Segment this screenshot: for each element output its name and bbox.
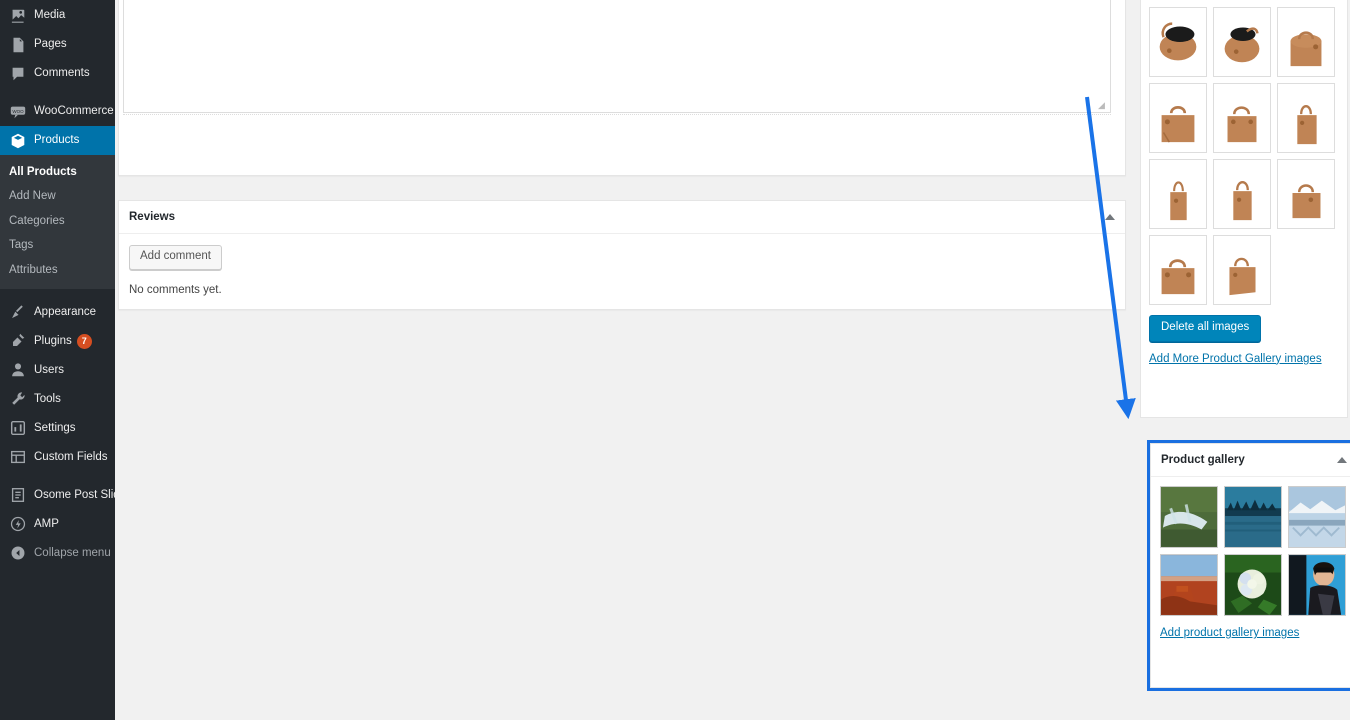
no-comments-text: No comments yet. xyxy=(129,283,222,296)
pages-icon xyxy=(9,37,27,53)
sidebar-item-label: Products xyxy=(34,133,80,146)
sidebar-item-label: Comments xyxy=(34,66,90,79)
sidebar-item-comments[interactable]: Comments xyxy=(0,59,115,88)
products-submenu: All Products Add New Categories Tags Att… xyxy=(0,155,115,289)
sidebar-item-custom-fields[interactable]: Custom Fields xyxy=(0,443,115,472)
reviews-box: Reviews Add comment No comments yet. xyxy=(118,200,1126,310)
settings-icon xyxy=(9,420,27,436)
add-product-gallery-images-link[interactable]: Add product gallery images xyxy=(1160,627,1299,639)
add-more-product-gallery-images-link[interactable]: Add More Product Gallery images xyxy=(1149,353,1322,365)
sidebar-item-osome-post-slider[interactable]: Osome Post Slider xyxy=(0,481,130,510)
product-image-thumb[interactable] xyxy=(1213,83,1271,153)
svg-text:WOO: WOO xyxy=(12,108,24,113)
product-image-thumb[interactable] xyxy=(1149,235,1207,305)
sidebar-item-label: Media xyxy=(34,8,66,21)
plugins-icon xyxy=(9,333,27,349)
gallery-thumb[interactable] xyxy=(1224,554,1282,616)
reviews-body: Add comment No comments yet. xyxy=(119,234,1125,308)
sidebar-item-label: Users xyxy=(34,363,65,376)
chevron-up-icon[interactable] xyxy=(1105,214,1115,220)
product-gallery-header: Product gallery xyxy=(1151,444,1350,477)
gallery-thumb[interactable] xyxy=(1288,486,1346,548)
submenu-item-tags[interactable]: Tags xyxy=(0,233,115,257)
submenu-item-add-new[interactable]: Add New xyxy=(0,184,115,208)
product-gallery-body: Add product gallery images xyxy=(1151,477,1350,651)
submenu-item-all-products[interactable]: All Products xyxy=(0,160,115,184)
product-image-thumb[interactable] xyxy=(1213,159,1271,229)
admin-screen: Media Pages Comments WOO WooCommerce Pro… xyxy=(0,0,1350,720)
product-description-box: ◢ xyxy=(118,0,1126,176)
gallery-thumb[interactable] xyxy=(1224,486,1282,548)
reviews-header: Reviews xyxy=(119,201,1125,234)
woocommerce-icon: WOO xyxy=(9,104,27,120)
product-image-thumb[interactable] xyxy=(1149,159,1207,229)
sidebar-item-label: AMP xyxy=(34,517,59,530)
product-image-thumb[interactable] xyxy=(1149,7,1207,77)
media-icon xyxy=(9,8,27,24)
comments-icon xyxy=(9,66,27,82)
main-content: ◢ Reviews Add comment No comments yet. D… xyxy=(115,0,1350,720)
users-icon xyxy=(9,362,27,378)
product-image-thumb[interactable] xyxy=(1277,159,1335,229)
reviews-title: Reviews xyxy=(129,211,176,223)
sidebar-item-label: Appearance xyxy=(34,305,97,318)
product-image-thumb[interactable] xyxy=(1149,83,1207,153)
plugins-update-badge: 7 xyxy=(76,333,92,349)
sidebar-item-label: WooCommerce xyxy=(34,104,114,117)
sidebar-item-label: Collapse menu xyxy=(34,546,111,559)
products-icon xyxy=(9,133,27,149)
sidebar-separator xyxy=(0,88,115,97)
admin-sidebar: Media Pages Comments WOO WooCommerce Pro… xyxy=(0,0,130,720)
product-image-thumb[interactable] xyxy=(1213,235,1271,305)
product-gallery-grid xyxy=(1160,486,1348,616)
delete-all-images-button[interactable]: Delete all images xyxy=(1149,315,1262,342)
sidebar-item-label: Plugins xyxy=(34,334,72,347)
tools-icon xyxy=(9,391,27,407)
sidebar-item-tools[interactable]: Tools xyxy=(0,385,115,414)
product-gallery-box: Product gallery Add product gallery imag… xyxy=(1147,440,1350,691)
product-image-thumb[interactable] xyxy=(1213,7,1271,77)
osome-post-slider-icon xyxy=(9,487,27,503)
add-comment-button[interactable]: Add comment xyxy=(129,245,222,270)
description-textarea[interactable]: ◢ xyxy=(123,0,1111,113)
product-images-grid xyxy=(1149,7,1339,305)
sidebar-item-media[interactable]: Media xyxy=(0,1,115,30)
sidebar-item-woocommerce[interactable]: WOO WooCommerce xyxy=(0,97,115,126)
product-image-thumb[interactable] xyxy=(1277,7,1335,77)
appearance-icon xyxy=(9,304,27,320)
sidebar-item-label: Settings xyxy=(34,421,76,434)
sidebar-item-pages[interactable]: Pages xyxy=(0,30,115,59)
submenu-item-attributes[interactable]: Attributes xyxy=(0,258,115,282)
sidebar-item-users[interactable]: Users xyxy=(0,356,115,385)
resize-handle-icon[interactable]: ◢ xyxy=(1098,100,1108,110)
product-images-body: Delete all images Add More Product Galle… xyxy=(1141,0,1347,377)
editor-footer-divider xyxy=(123,114,1111,122)
sidebar-item-appearance[interactable]: Appearance xyxy=(0,298,115,327)
sidebar-separator xyxy=(0,472,115,481)
gallery-thumb[interactable] xyxy=(1288,554,1346,616)
sidebar-item-plugins[interactable]: Plugins 7 xyxy=(0,327,115,356)
sidebar-item-label: Pages xyxy=(34,37,67,50)
collapse-icon xyxy=(9,545,27,561)
product-image-thumb[interactable] xyxy=(1277,83,1335,153)
sidebar-item-collapse-menu[interactable]: Collapse menu xyxy=(0,539,115,568)
custom-fields-icon xyxy=(9,449,27,465)
gallery-thumb[interactable] xyxy=(1160,554,1218,616)
product-gallery-title: Product gallery xyxy=(1161,454,1245,466)
sidebar-item-products[interactable]: Products xyxy=(0,126,123,155)
sidebar-item-amp[interactable]: AMP xyxy=(0,510,115,539)
sidebar-item-label: Custom Fields xyxy=(34,450,108,463)
product-images-box: Delete all images Add More Product Galle… xyxy=(1140,0,1348,418)
gallery-thumb[interactable] xyxy=(1160,486,1218,548)
sidebar-item-settings[interactable]: Settings xyxy=(0,414,115,443)
sidebar-item-label: Tools xyxy=(34,392,61,405)
chevron-up-icon[interactable] xyxy=(1337,457,1347,463)
amp-icon xyxy=(9,516,27,532)
submenu-item-categories[interactable]: Categories xyxy=(0,209,115,233)
sidebar-separator xyxy=(0,289,115,298)
